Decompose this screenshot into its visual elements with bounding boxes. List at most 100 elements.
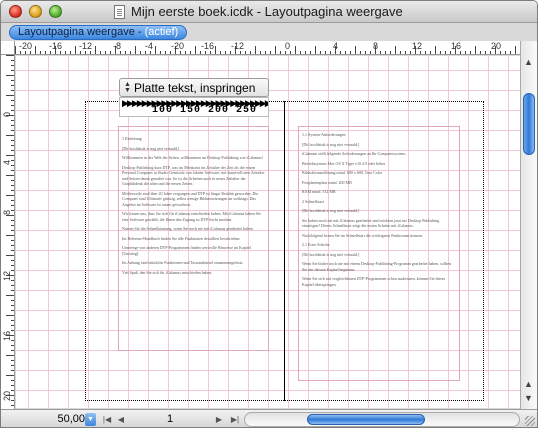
ruler-tick [11,165,14,166]
scroll-up-arrow-icon[interactable]: ▲ [524,57,533,67]
document-proxy-icon[interactable] [114,5,125,19]
ruler-tick [11,140,14,141]
ruler-tick [11,305,14,306]
guide-line [28,56,29,408]
ruler-tick [180,51,181,54]
ruler-tick [470,51,471,54]
vertical-scrollbar[interactable]: ▲ ▲ ▼ [520,41,537,409]
paragraph: 2 Schnellstart [302,198,324,204]
title-bar[interactable]: Mijn eerste boek.icdk - Layoutpagina wee… [1,1,537,23]
zoom-field[interactable]: 50,00 % [45,412,85,426]
ruler-tick [450,51,451,54]
ruler-tick [11,245,14,246]
ruler-tick [11,370,14,371]
ruler-tick [410,51,411,54]
ruler-h-label: -16 [201,41,215,51]
ruler-tick [350,51,351,54]
vertical-scroll-thumb[interactable] [523,93,535,155]
paragraph: Nachfolgend lernen Sie im Schnellstart d… [302,232,423,238]
next-page-icon[interactable]: ▶ [213,413,225,426]
paragraph: Betriebssystem Mac OS X Tiger v10.4.9 od… [302,160,386,166]
last-page-icon[interactable]: ▶| [229,413,241,426]
ruler-tick [475,46,476,54]
ruler-h-label: -12 [79,41,93,51]
ruler-tick [11,260,14,261]
ruler-tick [11,285,14,286]
vertical-ruler[interactable]: 0 4 8 12 16 20 [1,55,15,409]
ruler-tick [15,46,16,54]
ruler-tick [260,51,261,54]
ruler-tick [11,380,14,381]
first-page-icon[interactable]: |◀ [101,413,113,426]
ruler-tick [6,295,14,296]
ruler-tick [6,355,14,356]
view-tab[interactable]: Layoutpagina weergave - (actief) [9,25,188,40]
ruler-tick [11,70,14,71]
zoom-menu-chevron-down-icon[interactable]: ▼ [85,413,96,426]
ruler-tick [11,240,14,241]
ruler-tick [245,51,246,54]
ruler-h-label: 12 [412,41,423,51]
ruler-tick [360,51,361,54]
ruler-tick [11,105,14,106]
ruler-tick [11,220,14,221]
paragraph: Sie haben noch nie mit iCalamus gearbeit… [302,217,440,229]
previous-page-icon[interactable]: ◀ [115,413,127,426]
ruler-tick [340,51,341,54]
scroll-arrows-bottom[interactable]: ▲ ▼ [524,377,533,405]
horizontal-scroll-thumb[interactable] [307,414,425,425]
ruler-tick [185,51,186,54]
ruler-tick [170,51,171,54]
page-number[interactable]: 1 [167,413,173,425]
paragraph: [Dit hoofdstuk is nog niet vertaald.] [302,208,360,213]
scroll-up-small-icon[interactable]: ▲ [524,379,533,389]
ruler-tick [330,51,331,54]
ruler-tick [325,51,326,54]
ruler-tick [120,51,121,54]
ruler-v-label: 12 [2,270,12,281]
tab-ruler[interactable]: ▶▶▶▶▶▶▶▶▶▶▶▶▶▶▶▶▶▶▶▶▶▶▶▶▶▶▶▶▶▶▶ 100 150 … [119,97,269,117]
guide-line [68,56,69,408]
ruler-tick [11,320,14,321]
ruler-tick [200,51,201,54]
scroll-down-icon[interactable]: ▼ [524,393,533,403]
close-window-button[interactable] [9,5,22,18]
zoom-window-button[interactable] [49,5,62,18]
ruler-tick [150,51,151,54]
ruler-tick [6,155,14,156]
minimize-window-button[interactable] [29,5,42,18]
ruler-tick [75,46,76,54]
guide-line [508,56,509,408]
ruler-tick [11,200,14,201]
ruler-tick [500,51,501,54]
ruler-tick [45,51,46,54]
paragraph: Bildschirmauflösung mind. 800 x 600, Tru… [302,170,383,175]
text-frame-left[interactable]: 1 Einleitung [Dit hoofdstuk is nog niet … [118,126,269,351]
ruler-tick [6,195,14,196]
paragraph: RAM mind. 512 MB [302,189,336,194]
ruler-corner[interactable] [1,41,15,55]
ruler-tick [190,51,191,54]
ruler-tick [210,51,211,54]
horizontal-ruler[interactable]: -20 -16 -12 -8 -4 0 -20 -16 -12 -8 -4 0 … [15,41,520,55]
paragraph-style-popup[interactable]: ▲ ▼ Platte tekst, inspringen [119,78,269,97]
resize-grip-icon[interactable] [525,416,535,426]
ruler-tick [250,51,251,54]
ruler-tick [11,405,14,406]
guide-line [48,56,49,408]
ruler-tick [6,235,14,236]
ruler-tick [295,46,296,54]
ruler-tick [505,51,506,54]
ruler-tick [160,51,161,54]
ruler-tick [395,46,396,54]
text-frame-right[interactable]: 1.1 System-Anforderungen [Dit hoofdstuk … [298,126,460,381]
ruler-tick [195,46,196,54]
ruler-tick [485,51,486,54]
layout-canvas[interactable]: 1 Einleitung [Dit hoofdstuk is nog niet … [16,56,520,408]
paragraph: 2.1 Erste Schritte [302,242,330,247]
ruler-tick [365,51,366,54]
ruler-h-label: -12 [231,41,245,51]
ruler-tick [105,51,106,54]
horizontal-scrollbar[interactable] [244,412,520,427]
ruler-tick [11,205,14,206]
